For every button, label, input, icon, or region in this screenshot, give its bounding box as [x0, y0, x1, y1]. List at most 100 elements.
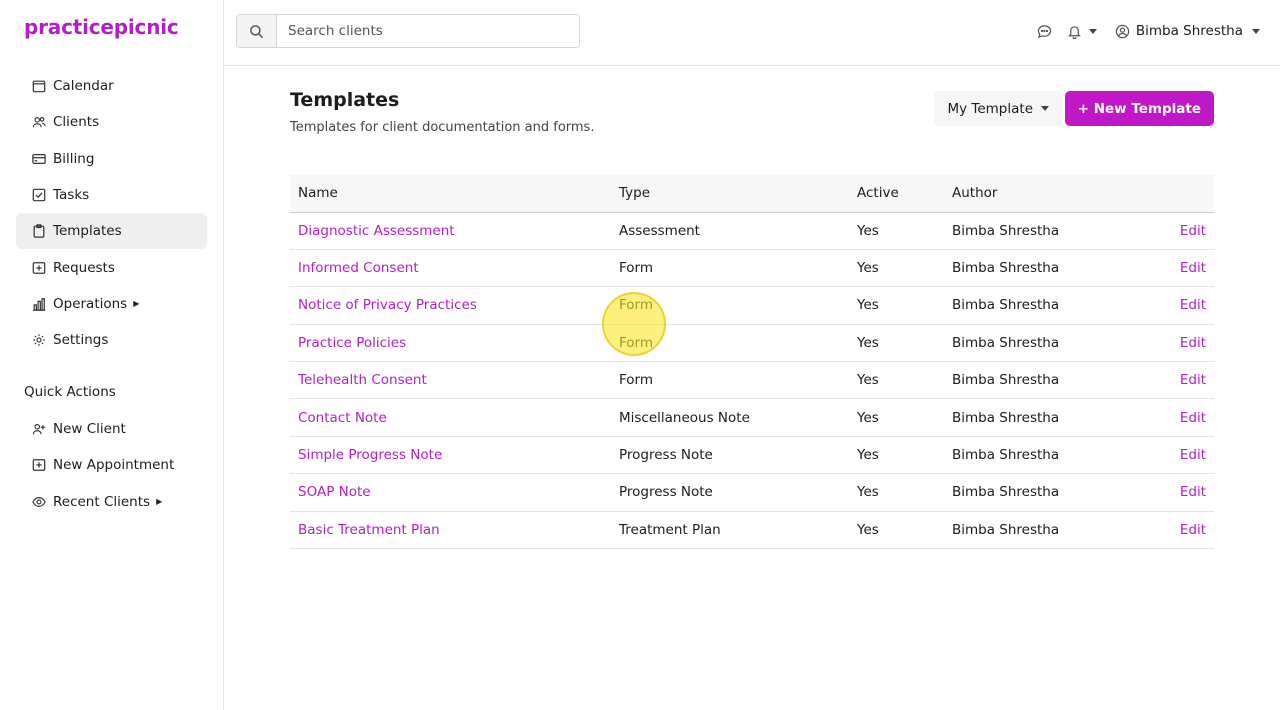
- template-author: Bimba Shrestha: [944, 286, 1134, 325]
- column-header-name[interactable]: Name: [290, 175, 611, 212]
- sidebar-item-label: Calendar: [53, 78, 114, 95]
- template-active: Yes: [849, 473, 944, 512]
- template-name-link[interactable]: Basic Treatment Plan: [298, 522, 440, 538]
- main-header: Templates Templates for client documenta…: [290, 86, 1214, 135]
- template-active: Yes: [849, 286, 944, 325]
- table-row: SOAP Note Progress Note Yes Bimba Shrest…: [290, 473, 1214, 512]
- sidebar-item-label: Tasks: [53, 187, 90, 204]
- sidebar-item-label: Templates: [53, 223, 122, 240]
- template-name-link[interactable]: Simple Progress Note: [298, 447, 442, 463]
- template-active: Yes: [849, 212, 944, 250]
- table-row: Contact Note Miscellaneous Note Yes Bimb…: [290, 398, 1214, 437]
- template-author: Bimba Shrestha: [944, 249, 1134, 288]
- new-template-button[interactable]: + New Template: [1064, 91, 1214, 126]
- user-avatar-icon: [1115, 23, 1131, 39]
- table-row: Notice of Privacy Practices Form Yes Bim…: [290, 286, 1214, 325]
- add-user-icon: [32, 422, 46, 436]
- chat-icon[interactable]: [1037, 23, 1053, 39]
- template-active: Yes: [849, 436, 944, 475]
- sidebar-item-requests[interactable]: Requests: [16, 249, 207, 285]
- template-filter-label: My Template: [947, 100, 1033, 117]
- template-name-link[interactable]: SOAP Note: [298, 484, 371, 500]
- sidebar-item-templates[interactable]: Templates: [16, 213, 207, 250]
- sidebar-item-label: Operations: [53, 295, 128, 312]
- template-type: Miscellaneous Note: [611, 398, 849, 437]
- template-type: Treatment Plan: [611, 511, 849, 550]
- user-name: Bimba Shrestha: [1135, 23, 1243, 39]
- bell-icon: [1067, 23, 1083, 39]
- chevron-right-icon: ▶: [156, 497, 163, 507]
- sidebar-item-calendar[interactable]: Calendar: [16, 68, 207, 104]
- template-active: Yes: [849, 398, 944, 437]
- column-header-type[interactable]: Type: [611, 175, 849, 212]
- user-menu[interactable]: Bimba Shrestha: [1115, 23, 1260, 39]
- bar-chart-icon: [32, 297, 46, 311]
- search-icon: [249, 24, 264, 39]
- sidebar-item-clients[interactable]: Clients: [16, 104, 207, 140]
- template-type: Form: [611, 361, 849, 400]
- template-author: Bimba Shrestha: [944, 511, 1134, 550]
- sidebar-nav: Calendar Clients Billing Tasks Templates: [16, 68, 207, 358]
- top-bar: Bimba Shrestha: [224, 0, 1280, 66]
- quick-action-label: Recent Clients: [53, 493, 151, 510]
- search-input[interactable]: [277, 15, 579, 47]
- sidebar-item-label: Clients: [53, 114, 100, 131]
- sidebar-item-label: Billing: [53, 150, 95, 167]
- edit-link[interactable]: Edit: [1180, 484, 1206, 500]
- template-name-link[interactable]: Informed Consent: [298, 260, 419, 276]
- table-row: Practice Policies Form Yes Bimba Shresth…: [290, 324, 1214, 363]
- template-type: Form: [611, 324, 849, 363]
- sidebar-item-label: Settings: [53, 332, 109, 349]
- sidebar-item-settings[interactable]: Settings: [16, 322, 207, 358]
- sidebar-item-label: Requests: [53, 259, 115, 276]
- quick-action-new-appointment[interactable]: New Appointment: [16, 447, 207, 483]
- users-icon: [32, 115, 46, 129]
- template-name-link[interactable]: Notice of Privacy Practices: [298, 297, 477, 313]
- quick-actions: New Client New Appointment Recent Client…: [16, 411, 207, 520]
- table-header-row: Name Type Active Author: [290, 175, 1214, 212]
- templates-table: Name Type Active Author Diagnostic Asses…: [290, 175, 1214, 550]
- quick-action-new-client[interactable]: New Client: [16, 411, 207, 447]
- edit-link[interactable]: Edit: [1180, 260, 1206, 276]
- template-author: Bimba Shrestha: [944, 361, 1134, 400]
- quick-actions-title: Quick Actions: [24, 384, 116, 400]
- sidebar-item-operations[interactable]: Operations ▶: [16, 286, 207, 322]
- template-name-link[interactable]: Diagnostic Assessment: [298, 223, 455, 239]
- table-row: Simple Progress Note Progress Note Yes B…: [290, 436, 1214, 475]
- inbox-icon: [32, 261, 46, 275]
- quick-action-recent-clients[interactable]: Recent Clients ▶: [16, 484, 207, 520]
- sidebar-item-billing[interactable]: Billing: [16, 141, 207, 177]
- template-active: Yes: [849, 361, 944, 400]
- template-author: Bimba Shrestha: [944, 212, 1134, 250]
- template-filter-dropdown[interactable]: My Template: [934, 91, 1062, 126]
- template-type: Progress Note: [611, 473, 849, 512]
- edit-link[interactable]: Edit: [1180, 410, 1206, 426]
- column-header-active[interactable]: Active: [849, 175, 944, 212]
- edit-link[interactable]: Edit: [1180, 522, 1206, 538]
- checkbox-icon: [32, 188, 46, 202]
- notifications-dropdown[interactable]: [1067, 23, 1097, 39]
- top-right-controls: Bimba Shrestha: [1037, 20, 1260, 42]
- edit-link[interactable]: Edit: [1180, 372, 1206, 388]
- template-name-link[interactable]: Practice Policies: [298, 335, 406, 351]
- quick-action-label: New Client: [53, 421, 126, 438]
- template-name-link[interactable]: Contact Note: [298, 410, 387, 426]
- template-active: Yes: [849, 511, 944, 550]
- app-logo[interactable]: practicepicnic: [24, 15, 179, 39]
- template-author: Bimba Shrestha: [944, 473, 1134, 512]
- edit-link[interactable]: Edit: [1180, 297, 1206, 313]
- edit-link[interactable]: Edit: [1180, 223, 1206, 239]
- edit-link[interactable]: Edit: [1180, 335, 1206, 351]
- search-button[interactable]: [237, 15, 277, 47]
- template-name-link[interactable]: Telehealth Consent: [298, 372, 427, 388]
- table-row: Telehealth Consent Form Yes Bimba Shrest…: [290, 361, 1214, 400]
- calendar-plus-icon: [32, 458, 46, 472]
- edit-link[interactable]: Edit: [1180, 447, 1206, 463]
- table-row: Basic Treatment Plan Treatment Plan Yes …: [290, 511, 1214, 550]
- column-header-author[interactable]: Author: [944, 175, 1134, 212]
- table-row: Informed Consent Form Yes Bimba Shrestha…: [290, 249, 1214, 288]
- sidebar: practicepicnic Calendar Clients Billing …: [0, 0, 224, 710]
- chevron-down-icon: [1252, 28, 1260, 34]
- sidebar-item-tasks[interactable]: Tasks: [16, 177, 207, 213]
- template-author: Bimba Shrestha: [944, 324, 1134, 363]
